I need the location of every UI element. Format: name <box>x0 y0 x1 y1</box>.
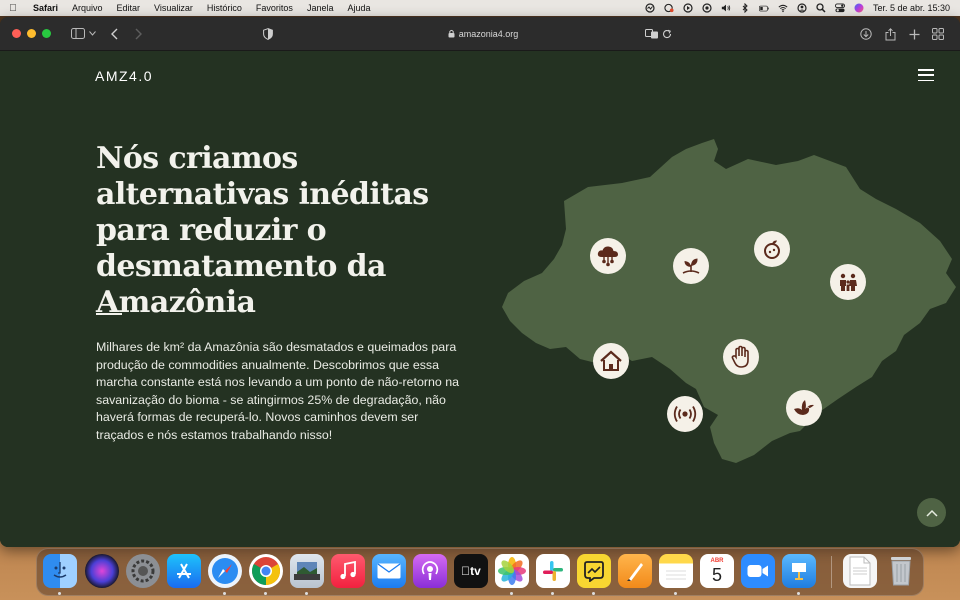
hero-headline: Nós criamos alternativas inéditas para r… <box>96 141 486 321</box>
dock: tv ABR 5 <box>36 548 924 596</box>
menu-arquivo[interactable]: Arquivo <box>65 3 110 13</box>
menu-clock[interactable]: Ter. 5 de abr. 15:30 <box>873 3 950 13</box>
calendar-day: 5 <box>711 565 722 585</box>
menu-favoritos[interactable]: Favoritos <box>249 3 300 13</box>
close-window-button[interactable] <box>12 29 21 38</box>
zoom-window-button[interactable] <box>42 29 51 38</box>
forward-icon[interactable] <box>129 25 147 43</box>
dock-keynote-icon[interactable] <box>782 554 816 588</box>
hamburger-menu-icon[interactable] <box>918 69 934 81</box>
menu-bar:  Safari Arquivo Editar Visualizar Histó… <box>0 0 960 16</box>
browser-toolbar: amazonia4.org <box>0 17 960 51</box>
dock-siri-icon[interactable] <box>85 554 119 588</box>
dock-document-icon[interactable] <box>843 554 877 588</box>
volume-icon[interactable] <box>721 3 731 13</box>
play-icon[interactable] <box>683 3 693 13</box>
privacy-shield-icon[interactable] <box>259 25 277 43</box>
lock-icon <box>448 29 455 40</box>
minimize-window-button[interactable] <box>27 29 36 38</box>
running-indicator <box>510 592 513 595</box>
dock-podcasts-icon[interactable] <box>413 554 447 588</box>
activity-icon[interactable] <box>645 3 655 13</box>
chevron-down-icon[interactable] <box>87 25 97 43</box>
window-controls <box>0 29 51 38</box>
headline-connector: da <box>336 249 387 284</box>
new-tab-icon[interactable] <box>902 17 926 51</box>
bluetooth-icon[interactable] <box>740 3 750 13</box>
running-indicator <box>223 592 226 595</box>
downloads-icon[interactable] <box>854 17 878 51</box>
vpn-icon[interactable] <box>664 3 674 13</box>
running-indicator <box>674 592 677 595</box>
sidebar-toggle-icon[interactable] <box>69 25 87 43</box>
menu-janela[interactable]: Janela <box>300 3 341 13</box>
fruit-icon[interactable] <box>754 231 790 267</box>
cloud-network-icon[interactable] <box>590 238 626 274</box>
reload-icon[interactable] <box>658 25 676 43</box>
dock-mail-icon[interactable] <box>372 554 406 588</box>
dock-zoom-icon[interactable] <box>741 554 775 588</box>
hand-icon[interactable] <box>723 339 759 375</box>
share-icon[interactable] <box>878 17 902 51</box>
control-center-icon[interactable] <box>834 3 845 13</box>
dock-chrome-icon[interactable] <box>249 554 283 588</box>
house-icon[interactable] <box>593 343 629 379</box>
sprout-icon[interactable] <box>673 248 709 284</box>
browser-window: amazonia4.org AMZ4.0 Nós criamos alterna… <box>0 17 960 547</box>
dock-music-icon[interactable] <box>331 554 365 588</box>
scroll-to-top-button[interactable] <box>917 498 946 527</box>
menu-ajuda[interactable]: Ajuda <box>340 3 377 13</box>
bird-icon[interactable] <box>786 390 822 426</box>
dock-app-store-icon[interactable] <box>167 554 201 588</box>
menu-visualizar[interactable]: Visualizar <box>147 3 200 13</box>
chevron-up-icon <box>925 504 938 522</box>
address-bar[interactable]: amazonia4.org <box>286 24 680 44</box>
wifi-icon[interactable] <box>778 3 788 13</box>
dock-pages-icon[interactable] <box>618 554 652 588</box>
dock-separator <box>831 556 832 588</box>
running-indicator <box>264 592 267 595</box>
calendar-month: ABR <box>710 558 724 564</box>
running-indicator <box>305 592 308 595</box>
siri-icon[interactable] <box>854 3 864 13</box>
headline-text: Nós criamos alternativas inéditas para r… <box>96 141 429 248</box>
dock-trash-icon[interactable] <box>884 554 918 588</box>
running-indicator <box>551 592 554 595</box>
headline-bold-deforestation: desmatamento <box>96 249 337 284</box>
dock-tv-icon[interactable]: tv <box>454 554 488 588</box>
dock-notes-icon[interactable] <box>659 554 693 588</box>
running-indicator <box>797 592 800 595</box>
tab-overview-icon[interactable] <box>926 17 950 51</box>
dock-safari-icon[interactable] <box>208 554 242 588</box>
dock-settings-icon[interactable] <box>126 554 160 588</box>
user-icon[interactable] <box>797 3 807 13</box>
website-content: AMZ4.0 Nós criamos alternativas inéditas… <box>0 51 960 547</box>
search-icon[interactable] <box>816 3 826 13</box>
menu-editar[interactable]: Editar <box>110 3 148 13</box>
battery-icon[interactable] <box>758 3 769 13</box>
signal-icon[interactable] <box>667 396 703 432</box>
family-icon[interactable] <box>830 264 866 300</box>
back-icon[interactable] <box>105 25 123 43</box>
dock-finder-icon[interactable] <box>43 554 77 588</box>
menu-historico[interactable]: Histórico <box>200 3 249 13</box>
dock-calendar-icon[interactable]: ABR 5 <box>700 554 734 588</box>
amazon-map <box>502 139 956 463</box>
record-icon[interactable] <box>702 3 712 13</box>
url-text: amazonia4.org <box>458 29 519 39</box>
menu-app-name[interactable]: Safari <box>26 3 65 13</box>
dock-photos-icon[interactable] <box>495 554 529 588</box>
apple-menu-icon[interactable]:  <box>0 3 26 14</box>
dock-boards-icon[interactable] <box>577 554 611 588</box>
running-indicator <box>592 592 595 595</box>
running-indicator <box>58 592 61 595</box>
dock-slack-icon[interactable] <box>536 554 570 588</box>
tv-label: tv <box>461 564 481 578</box>
dock-preview-icon[interactable] <box>290 554 324 588</box>
hero-paragraph: Milhares de km² da Amazônia são desmatad… <box>96 340 460 442</box>
headline-divider <box>96 313 122 315</box>
site-logo[interactable]: AMZ4.0 <box>95 68 153 84</box>
